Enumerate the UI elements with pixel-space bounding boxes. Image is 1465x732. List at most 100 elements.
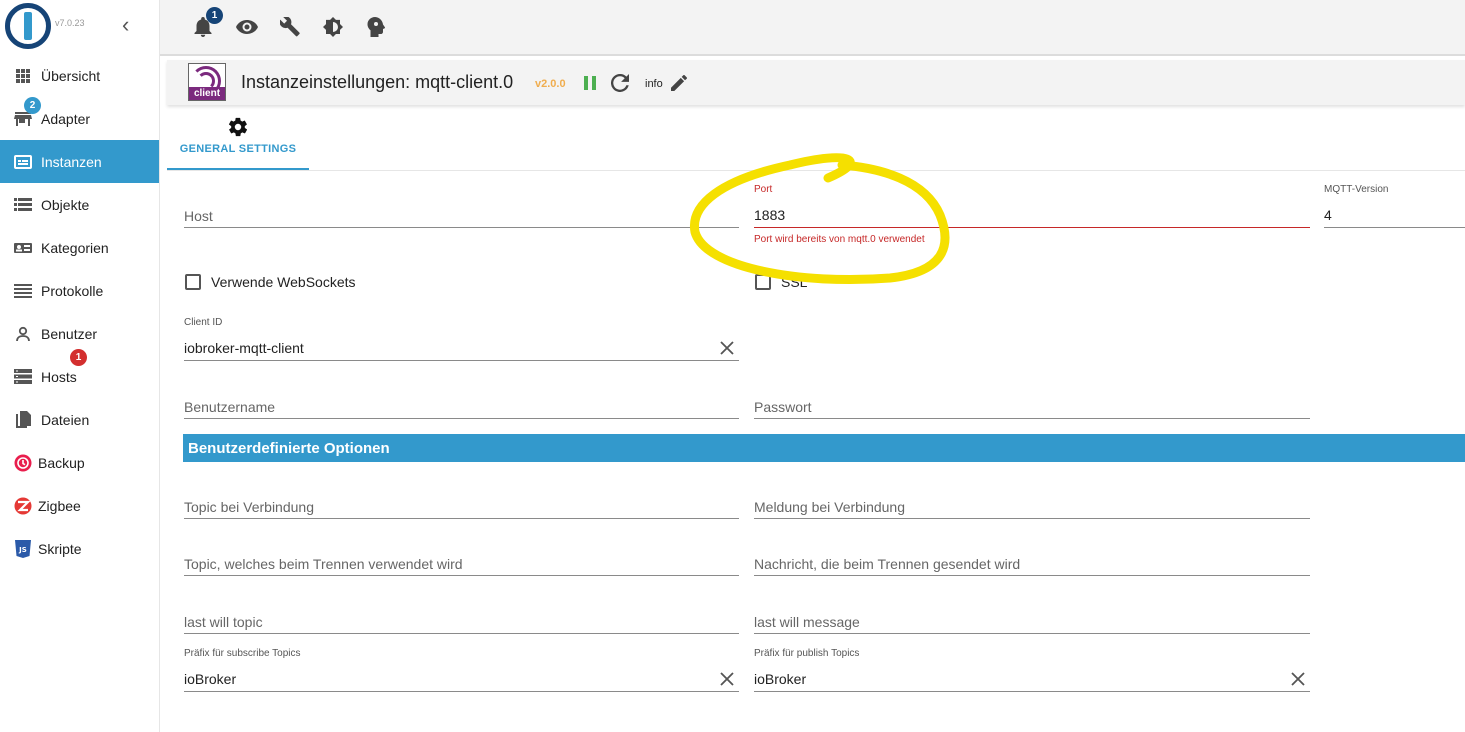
subscribe-prefix-label: Präfix für subscribe Topics <box>184 648 301 659</box>
expert-mode-head-icon[interactable] <box>363 14 389 40</box>
host-input[interactable]: Host <box>184 204 739 228</box>
sidebar-item-label: Protokolle <box>41 282 104 299</box>
hosts-badge: 1 <box>70 349 87 366</box>
sidebar-item-protokolle[interactable]: Protokolle <box>0 269 159 312</box>
clear-client-id-icon[interactable] <box>719 340 735 356</box>
username-placeholder: Benutzername <box>184 399 276 415</box>
brightness-theme-icon[interactable] <box>320 14 346 40</box>
sidebar-item-label: Objekte <box>41 196 90 213</box>
clear-publish-prefix-icon[interactable] <box>1290 671 1306 687</box>
grid-icon <box>14 67 32 85</box>
tabs-divider <box>167 170 1465 171</box>
connect-message-input[interactable]: Meldung bei Verbindung <box>754 495 1310 519</box>
logo-area: v7.0.23 ‹ <box>0 0 159 54</box>
publish-prefix-value: ioBroker <box>754 671 807 687</box>
websockets-checkbox[interactable]: Verwende WebSockets <box>185 274 356 290</box>
client-id-label: Client ID <box>184 317 223 328</box>
ssl-label: SSL <box>781 274 808 290</box>
tab-label: GENERAL SETTINGS <box>179 143 297 155</box>
password-placeholder: Passwort <box>754 399 812 415</box>
sidebar-item-label: Zigbee <box>38 497 81 514</box>
websockets-label: Verwende WebSockets <box>211 274 356 290</box>
wrench-icon[interactable] <box>277 14 303 40</box>
sidebar-item-adapter[interactable]: 2 Adapter <box>0 97 159 140</box>
sidebar-item-instanzen[interactable]: Instanzen <box>0 140 159 183</box>
websockets-checkbox-box[interactable] <box>185 274 201 290</box>
sidebar-item-dateien[interactable]: Dateien <box>0 398 159 441</box>
sidebar-item-zigbee[interactable]: Zigbee <box>0 484 159 527</box>
list-icon <box>14 196 32 214</box>
sidebar: v7.0.23 ‹ Übersicht 2 Adapter Instanzen <box>0 0 160 732</box>
last-will-topic-placeholder: last will topic <box>184 614 263 630</box>
client-id-value: iobroker-mqtt-client <box>184 340 304 356</box>
connect-message-placeholder: Meldung bei Verbindung <box>754 499 906 515</box>
last-will-message-placeholder: last will message <box>754 614 860 630</box>
backup-icon <box>14 454 32 472</box>
mqtt-client-adapter-logo: client <box>188 63 226 101</box>
tab-general-settings[interactable]: GENERAL SETTINGS <box>167 110 309 170</box>
zigbee-icon <box>14 497 32 515</box>
notifications-count-badge: 1 <box>206 7 223 24</box>
host-placeholder: Host <box>184 208 213 224</box>
publish-prefix-input[interactable]: Präfix für publish Topics ioBroker <box>754 648 1310 692</box>
gear-icon <box>227 116 249 143</box>
top-toolbar <box>160 0 1465 56</box>
sidebar-item-label: Dateien <box>41 411 90 428</box>
restart-icon[interactable] <box>611 74 629 92</box>
client-id-input[interactable]: Client ID iobroker-mqtt-client <box>184 317 739 361</box>
instances-icon <box>14 153 32 171</box>
sidebar-item-label: Adapter <box>41 110 91 127</box>
user-icon <box>14 325 32 343</box>
ssl-checkbox-box[interactable] <box>755 274 771 290</box>
ssl-checkbox[interactable]: SSL <box>755 274 807 290</box>
app-version: v7.0.23 <box>55 18 85 28</box>
edit-pencil-icon[interactable] <box>670 74 688 92</box>
disconnect-message-input[interactable]: Nachricht, die beim Trennen gesendet wir… <box>754 552 1310 576</box>
javascript-icon: JS <box>14 539 32 558</box>
disconnect-topic-placeholder: Topic, welches beim Trennen verwendet wi… <box>184 556 463 572</box>
sidebar-item-label: Kategorien <box>41 239 109 256</box>
port-error-text: Port wird bereits von mqtt.0 verwendet <box>754 234 925 245</box>
mqtt-version-label: MQTT-Version <box>1324 184 1389 195</box>
publish-prefix-label: Präfix für publish Topics <box>754 648 860 659</box>
subscribe-prefix-value: ioBroker <box>184 671 237 687</box>
sidebar-item-label: Instanzen <box>41 153 102 170</box>
subscribe-prefix-input[interactable]: Präfix für subscribe Topics ioBroker <box>184 648 739 692</box>
files-icon <box>14 410 32 429</box>
password-input[interactable]: Passwort <box>754 395 1310 419</box>
sidebar-item-kategorien[interactable]: Kategorien <box>0 226 159 269</box>
adapter-version: v2.0.0 <box>535 78 566 90</box>
sidebar-item-backup[interactable]: Backup <box>0 441 159 484</box>
last-will-message-input[interactable]: last will message <box>754 610 1310 634</box>
adapter-logo-text: client <box>189 87 225 100</box>
hosts-icon <box>14 368 32 386</box>
sidebar-item-label: Benutzer <box>41 325 98 342</box>
sidebar-item-hosts[interactable]: 1 Hosts <box>0 349 159 398</box>
username-input[interactable]: Benutzername <box>184 395 739 419</box>
port-input[interactable]: Port 1883 <box>754 184 1310 228</box>
adapter-updates-badge: 2 <box>24 97 41 114</box>
svg-text:JS: JS <box>18 546 27 554</box>
sidebar-item-skripte[interactable]: JS Skripte <box>0 527 159 570</box>
sidebar-item-label: Hosts <box>41 368 77 385</box>
pause-icon[interactable] <box>581 74 599 92</box>
instance-title-bar: client Instanzeinstellungen: mqtt-client… <box>167 60 1465 105</box>
sidebar-item-uebersicht[interactable]: Übersicht <box>0 54 159 97</box>
disconnect-message-placeholder: Nachricht, die beim Trennen gesendet wir… <box>754 556 1021 572</box>
disconnect-topic-input[interactable]: Topic, welches beim Trennen verwendet wi… <box>184 552 739 576</box>
sidebar-item-objekte[interactable]: Objekte <box>0 183 159 226</box>
sidebar-item-label: Skripte <box>38 540 82 557</box>
iobroker-logo[interactable] <box>5 3 51 49</box>
clear-subscribe-prefix-icon[interactable] <box>719 671 735 687</box>
connect-topic-placeholder: Topic bei Verbindung <box>184 499 314 515</box>
collapse-sidebar-icon[interactable]: ‹ <box>122 14 129 36</box>
custom-options-section-header: Benutzerdefinierte Optionen <box>183 434 1465 462</box>
connect-topic-input[interactable]: Topic bei Verbindung <box>184 495 739 519</box>
eye-icon[interactable] <box>234 14 260 40</box>
mqtt-version-select[interactable]: MQTT-Version 4 <box>1324 184 1465 228</box>
last-will-topic-input[interactable]: last will topic <box>184 610 739 634</box>
categories-icon <box>14 239 32 257</box>
sidebar-menu: Übersicht 2 Adapter Instanzen Objekte Ka… <box>0 54 159 570</box>
sidebar-item-label: Übersicht <box>41 67 101 84</box>
info-label: info <box>645 78 663 90</box>
